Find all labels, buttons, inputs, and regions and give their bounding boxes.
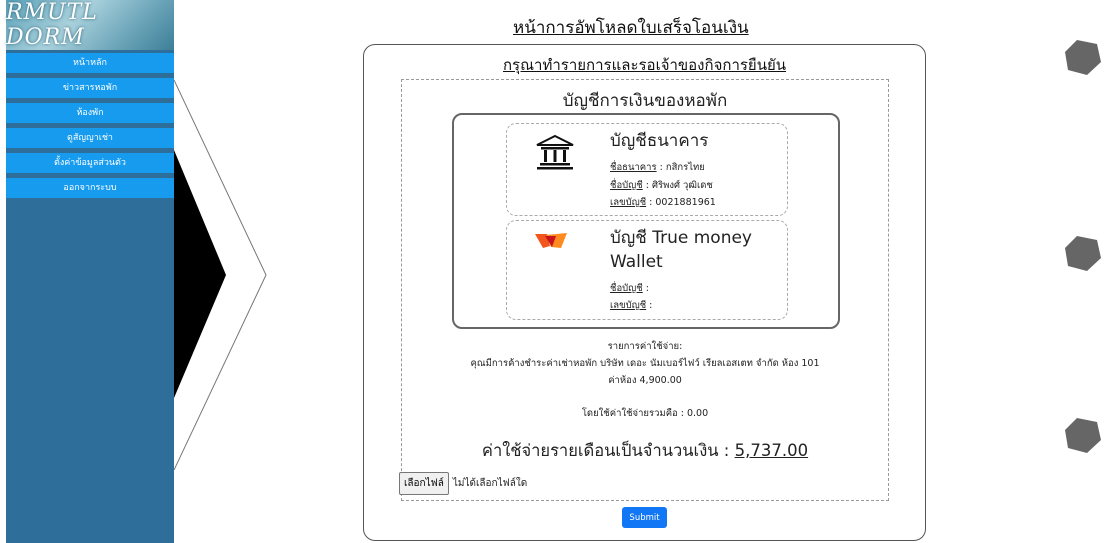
wallet-title-line1: บัญชี True money	[610, 228, 752, 248]
room-fee: ค่าห้อง 4,900.00	[608, 375, 682, 386]
sidebar-item-rooms[interactable]: ห้องพัก	[6, 103, 174, 123]
sidebar-item-news[interactable]: ข่าวสารหอพัก	[6, 78, 174, 98]
logo-text: RMUTL DORM	[6, 0, 98, 50]
bank-account-no-label: เลขบัญชี	[610, 197, 647, 208]
expense-heading: รายการค่าใช้จ่าย:	[607, 341, 683, 352]
accounts-box: บัญชีธนาคาร ชื่อธนาคาร : กสิกรไทย ชื่อบั…	[452, 113, 840, 329]
wallet-title-line2: Wallet	[610, 252, 663, 272]
logo[interactable]: RMUTL DORM	[6, 0, 174, 50]
bank-account-title: บัญชีธนาคาร	[610, 131, 709, 151]
sidebar-item-logout[interactable]: ออกจากระบบ	[6, 178, 174, 198]
bank-name-label: ชื่อธนาคาร	[610, 162, 657, 173]
upload-panel: กรุณาทำรายการและรอเจ้าของกิจการยืนยัน บั…	[363, 44, 926, 541]
sidebar-item-contract[interactable]: ดูสัญญาเช่า	[6, 128, 174, 148]
wallet-account-card: บัญชี True money Wallet ชื่อบัญชี : เลขบ…	[506, 220, 788, 320]
wallet-account-name-value: :	[642, 283, 649, 294]
panel-subtitle: กรุณาทำรายการและรอเจ้าของกิจการยืนยัน	[502, 56, 787, 74]
wallet-account-no-line: เลขบัญชี :	[610, 298, 652, 313]
bank-name-value: : กสิกรไทย	[656, 162, 705, 173]
bank-account-no-line: เลขบัญชี : 0021881961	[610, 195, 716, 210]
file-status: ไม่ได้เลือกไฟล์ใด	[452, 478, 528, 489]
total-expense: โดยใช้ค่าใช้จ่ายรวมคือ : 0.00	[581, 408, 709, 419]
wallet-account-name-label: ชื่อบัญชี	[610, 283, 643, 294]
monthly-total-label: ค่าใช้จ่ายรายเดือนเป็นจำนวนเงิน :	[481, 441, 735, 460]
submit-button[interactable]: Submit	[622, 507, 667, 528]
file-upload-row: เลือกไฟล์ ไม่ได้เลือกไฟล์ใด	[399, 472, 527, 495]
bank-account-name-label: ชื่อบัญชี	[610, 180, 643, 191]
choose-file-button[interactable]: เลือกไฟล์	[399, 472, 449, 495]
hexagon-decoration-icon	[1065, 236, 1101, 271]
accounts-heading: บัญชีการเงินของหอพัก	[562, 91, 728, 111]
sidebar-item-profile-settings[interactable]: ตั้งค่าข้อมูลส่วนตัว	[6, 153, 174, 173]
truemoney-wallet-icon	[535, 233, 567, 248]
monthly-total-amount: 5,737.00	[734, 441, 809, 460]
bank-account-name-value: : ศิริพงศ์ วุฒิเดช	[642, 180, 713, 191]
bank-account-no-value: : 0021881961	[646, 197, 716, 208]
sidebar: RMUTL DORM หน้าหลัก ข่าวสารหอพัก ห้องพัก…	[6, 0, 174, 543]
hexagon-decoration-icon	[1065, 418, 1101, 453]
bank-account-name-line: ชื่อบัญชี : ศิริพงศ์ วุฒิเดช	[610, 178, 713, 193]
hexagon-decoration-icon	[1065, 40, 1101, 75]
wallet-account-no-value: :	[646, 300, 653, 311]
bank-icon	[536, 134, 574, 170]
decorative-arrow	[174, 80, 267, 470]
accounts-section: บัญชีการเงินของหอพัก บัญชีธนาคาร ชื่อธนา…	[401, 79, 889, 501]
bank-name-line: ชื่อธนาคาร : กสิกรไทย	[610, 160, 705, 175]
wallet-account-name-line: ชื่อบัญชี :	[610, 281, 649, 296]
monthly-total: ค่าใช้จ่ายรายเดือนเป็นจำนวนเงิน : 5,737.…	[402, 438, 888, 464]
sidebar-item-home[interactable]: หน้าหลัก	[6, 53, 174, 73]
wallet-account-no-label: เลขบัญชี	[610, 300, 647, 311]
bank-account-card: บัญชีธนาคาร ชื่อธนาคาร : กสิกรไทย ชื่อบั…	[506, 123, 788, 216]
page-title: หน้าการอัพโหลดใบเสร็จโอนเงิน	[513, 18, 749, 38]
sidebar-menu: หน้าหลัก ข่าวสารหอพัก ห้องพัก ดูสัญญาเช่…	[6, 53, 174, 203]
expense-detail: คุณมีการค้างชำระค่าเช่าหอพัก บริษัท เดอะ…	[470, 358, 820, 369]
